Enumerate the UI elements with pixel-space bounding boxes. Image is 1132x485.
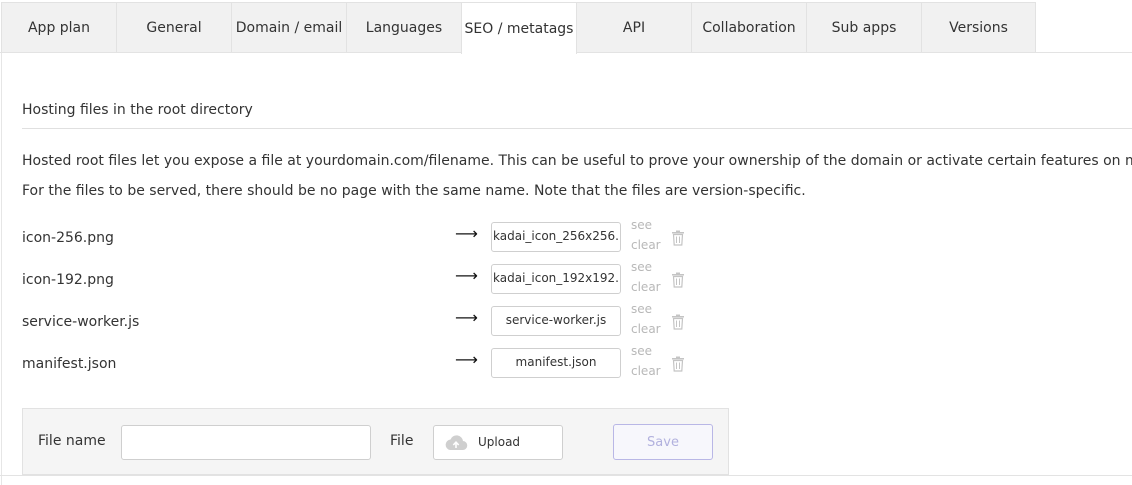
upload-button[interactable]: Upload <box>433 425 563 460</box>
see-link[interactable]: see <box>631 260 652 274</box>
hosted-file-name: service-worker.js <box>22 314 140 330</box>
trash-icon[interactable] <box>671 230 685 246</box>
hosted-file-row: icon-256.png ⟶ kadai_icon_256x256.png se… <box>0 218 720 256</box>
tab-api[interactable]: API <box>576 2 692 53</box>
tab-sub-apps[interactable]: Sub apps <box>806 2 922 53</box>
hosted-file-value[interactable]: kadai_icon_256x256.png <box>491 222 621 252</box>
tab-label: SEO / metatags <box>464 20 574 37</box>
tab-collaboration[interactable]: Collaboration <box>691 2 807 53</box>
tab-domain-email[interactable]: Domain / email <box>231 2 347 53</box>
hosted-file-value[interactable]: service-worker.js <box>491 306 621 336</box>
hosted-file-name: icon-192.png <box>22 272 114 288</box>
trash-icon[interactable] <box>671 314 685 330</box>
upload-label: Upload <box>478 435 521 449</box>
tab-languages[interactable]: Languages <box>346 2 462 53</box>
add-root-file-panel: File name File Upload Save <box>22 408 729 475</box>
file-name-input[interactable] <box>121 425 371 460</box>
tab-label: General <box>146 20 202 36</box>
section-divider <box>22 128 1132 129</box>
tab-app-plan[interactable]: App plan <box>1 2 117 53</box>
hosted-file-row: manifest.json ⟶ manifest.json see clear <box>0 344 720 382</box>
tab-label: Sub apps <box>831 20 897 36</box>
arrow-right-icon: ⟶ <box>455 224 478 243</box>
save-button[interactable]: Save <box>613 424 713 460</box>
settings-tab-bar: App plan General Domain / email Language… <box>0 0 1132 54</box>
see-link[interactable]: see <box>631 344 652 358</box>
bottom-divider <box>0 475 1132 476</box>
tab-label: Languages <box>365 20 443 36</box>
file-label: File <box>390 433 414 449</box>
arrow-right-icon: ⟶ <box>455 350 478 369</box>
clear-link[interactable]: clear <box>631 322 661 336</box>
file-name-label: File name <box>38 433 106 449</box>
hosted-file-row: icon-192.png ⟶ kadai_icon_192x192.png se… <box>0 260 720 298</box>
clear-link[interactable]: clear <box>631 364 661 378</box>
trash-icon[interactable] <box>671 356 685 372</box>
tab-label: Collaboration <box>702 20 796 36</box>
hosted-file-value[interactable]: kadai_icon_192x192.png <box>491 264 621 294</box>
hosted-file-name: icon-256.png <box>22 230 114 246</box>
clear-link[interactable]: clear <box>631 280 661 294</box>
tab-general[interactable]: General <box>116 2 232 53</box>
arrow-right-icon: ⟶ <box>455 308 478 327</box>
tab-label: Versions <box>949 20 1008 36</box>
hosted-file-row: service-worker.js ⟶ service-worker.js se… <box>0 302 720 340</box>
section-description-line-2: For the files to be served, there should… <box>22 183 806 199</box>
clear-link[interactable]: clear <box>631 238 661 252</box>
see-link[interactable]: see <box>631 218 652 232</box>
section-description-line-1: Hosted root files let you expose a file … <box>22 153 1132 169</box>
arrow-right-icon: ⟶ <box>455 266 478 285</box>
section-title: Hosting files in the root directory <box>22 102 253 118</box>
tab-label: API <box>622 20 646 36</box>
hosted-file-value[interactable]: manifest.json <box>491 348 621 378</box>
trash-icon[interactable] <box>671 272 685 288</box>
tab-versions[interactable]: Versions <box>921 2 1036 53</box>
tab-label: Domain / email <box>235 20 343 36</box>
tab-seo-metatags[interactable]: SEO / metatags <box>461 2 577 54</box>
cloud-upload-icon <box>445 435 468 451</box>
see-link[interactable]: see <box>631 302 652 316</box>
hosted-file-name: manifest.json <box>22 356 117 372</box>
tab-label: App plan <box>27 20 91 36</box>
